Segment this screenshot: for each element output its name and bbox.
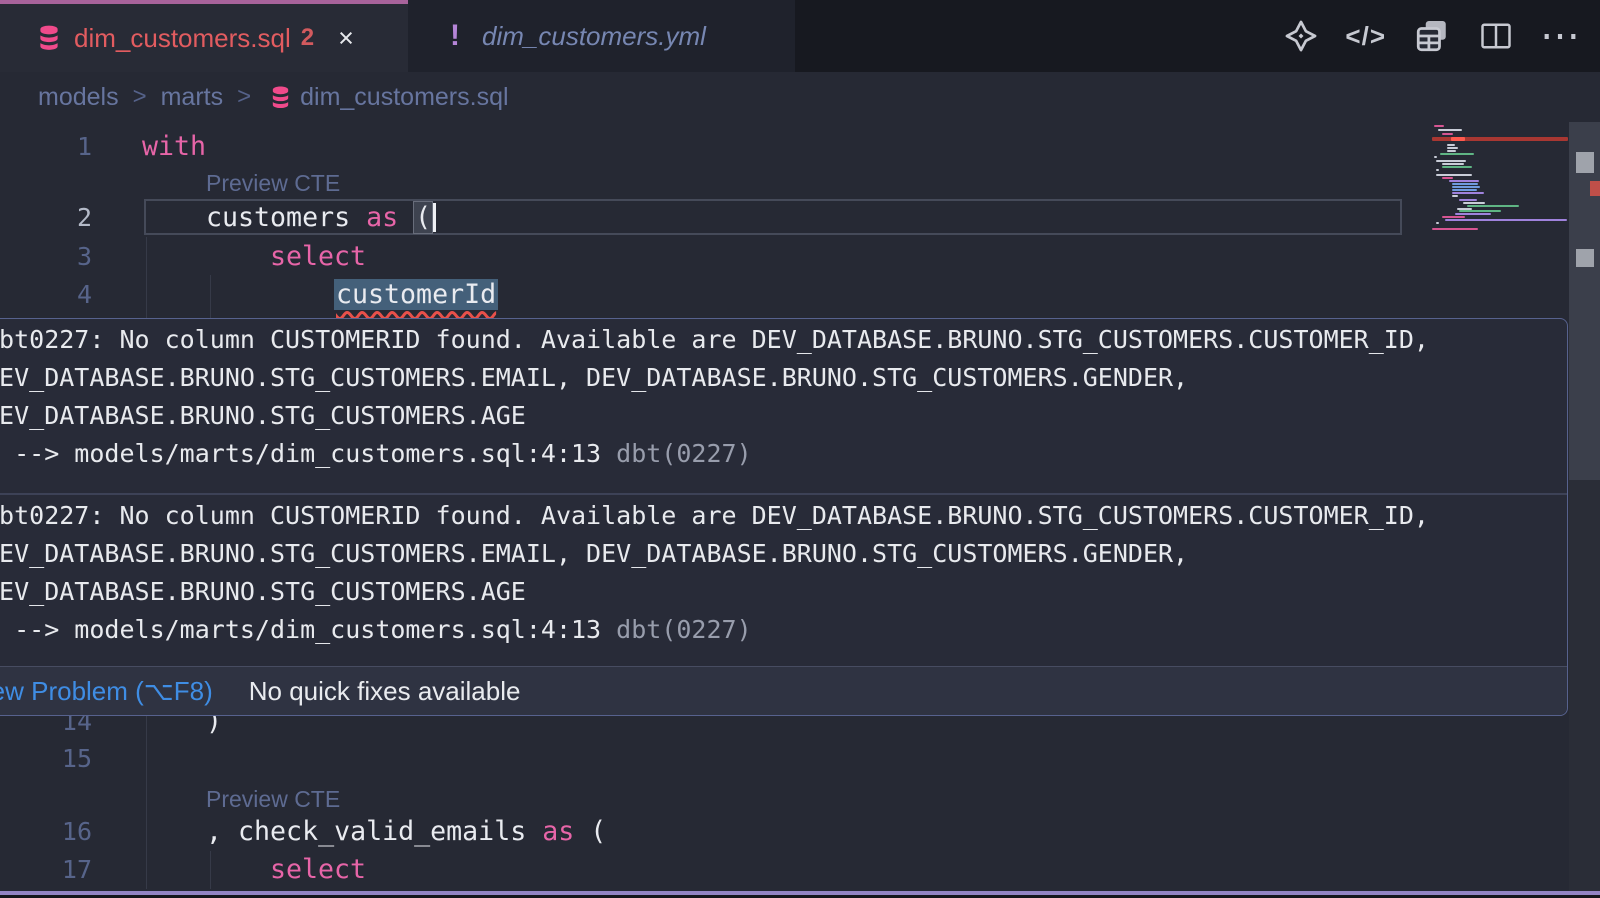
quick-fix-status: No quick fixes available [249, 676, 521, 707]
sql-keyword: with [142, 131, 206, 162]
popup-status-bar: View Problem (⌥F8) No quick fixes availa… [0, 666, 1567, 715]
split-editor-icon[interactable] [1478, 18, 1514, 54]
popup-divider [0, 493, 1567, 495]
line-number: 15 [0, 740, 92, 778]
overview-cursor-decoration [1576, 152, 1594, 173]
code-line-2[interactable]: 2 customers as ( [0, 199, 1430, 237]
error-message-block: dbt0227: No column CUSTOMERID found. Ava… [0, 497, 1567, 649]
error-location-link[interactable]: --> models/marts/dim_customers.sql:4:13 [0, 615, 616, 644]
error-source: dbt(0227) [616, 439, 751, 468]
compile-code-icon[interactable]: </> [1345, 21, 1386, 52]
code-line-16[interactable]: 16 , check_valid_emails as ( [0, 813, 1430, 851]
breadcrumb: models > marts > dim_customers.sql [0, 72, 1600, 122]
sql-keyword: select [270, 854, 366, 885]
preview-cte-codelens[interactable]: Preview CTE [206, 781, 340, 817]
error-text: dbt0227: No column CUSTOMERID found. Ava… [0, 497, 1567, 535]
error-text: dbt0227: No column CUSTOMERID found. Ava… [0, 321, 1567, 359]
tab-bar: dim_customers.sql 2 × ! dim_customers.ym… [0, 0, 1600, 72]
error-hover-popup: dbt0227: No column CUSTOMERID found. Ava… [0, 318, 1568, 716]
error-indicator-icon: ! [450, 19, 460, 53]
tab-dim-customers-yml[interactable]: ! dim_customers.yml [408, 0, 795, 72]
database-icon [269, 85, 292, 110]
code-line-4[interactable]: 4 customerId [0, 276, 1430, 314]
error-text: DEV_DATABASE.BRUNO.STG_CUSTOMERS.EMAIL, … [0, 359, 1567, 397]
dbt-extension-icon[interactable] [1283, 18, 1319, 54]
matched-bracket: ( [414, 202, 432, 233]
error-message-block: dbt0227: No column CUSTOMERID found. Ava… [0, 321, 1567, 473]
code-line-1[interactable]: 1 with [0, 128, 1430, 166]
sql-keyword: as [350, 202, 414, 233]
scrollbar-slider[interactable] [1569, 122, 1600, 480]
more-actions-icon[interactable]: ⋯ [1540, 16, 1582, 56]
breadcrumb-marts[interactable]: marts [161, 83, 224, 112]
vertical-scrollbar[interactable] [1569, 122, 1600, 891]
line-number: 3 [0, 238, 92, 276]
tab-filename: dim_customers.yml [482, 21, 706, 52]
tab-filename: dim_customers.sql [74, 23, 291, 54]
chevron-right-icon: > [133, 83, 147, 111]
database-icon [36, 24, 62, 52]
line-number: 17 [0, 851, 92, 889]
error-source: dbt(0227) [616, 615, 751, 644]
line-number: 16 [0, 813, 92, 851]
overview-selection-decoration [1576, 249, 1594, 267]
sql-keyword: as [526, 816, 590, 847]
error-text: DEV_DATABASE.BRUNO.STG_CUSTOMERS.EMAIL, … [0, 535, 1567, 573]
preview-cte-codelens[interactable]: Preview CTE [206, 165, 340, 201]
minimap-content [1432, 122, 1568, 292]
chevron-right-icon: > [237, 83, 251, 111]
text-cursor [433, 203, 436, 232]
error-token-customerid[interactable]: customerId [334, 279, 498, 310]
line-number: 1 [0, 128, 92, 166]
sql-keyword: select [270, 241, 366, 272]
line-number: 2 [0, 199, 92, 237]
editor-toolbar: </> ⋯ [1283, 0, 1582, 72]
query-results-icon[interactable] [1412, 16, 1452, 56]
cte-name: customers [206, 202, 350, 233]
breadcrumb-filename[interactable]: dim_customers.sql [300, 83, 508, 112]
tab-dim-customers-sql[interactable]: dim_customers.sql 2 × [0, 0, 408, 72]
error-location-link[interactable]: --> models/marts/dim_customers.sql:4:13 [0, 439, 616, 468]
tab-error-count-badge: 2 [301, 24, 314, 52]
cte-name: , check_valid_emails [206, 816, 526, 847]
code-line-15[interactable]: 15 [0, 740, 1430, 778]
minimap[interactable] [1432, 122, 1568, 292]
code-line-3[interactable]: 3 select [0, 238, 1430, 276]
breadcrumb-models[interactable]: models [38, 83, 119, 112]
close-tab-icon[interactable]: × [332, 21, 360, 56]
error-text: DEV_DATABASE.BRUNO.STG_CUSTOMERS.AGE [0, 397, 1567, 435]
overview-error-decoration [1590, 181, 1600, 196]
error-text: DEV_DATABASE.BRUNO.STG_CUSTOMERS.AGE [0, 573, 1567, 611]
view-problem-link[interactable]: View Problem (⌥F8) [0, 676, 213, 707]
line-number: 4 [0, 276, 92, 314]
opening-paren: ( [590, 816, 606, 847]
code-line-17[interactable]: 17 select [0, 851, 1430, 889]
